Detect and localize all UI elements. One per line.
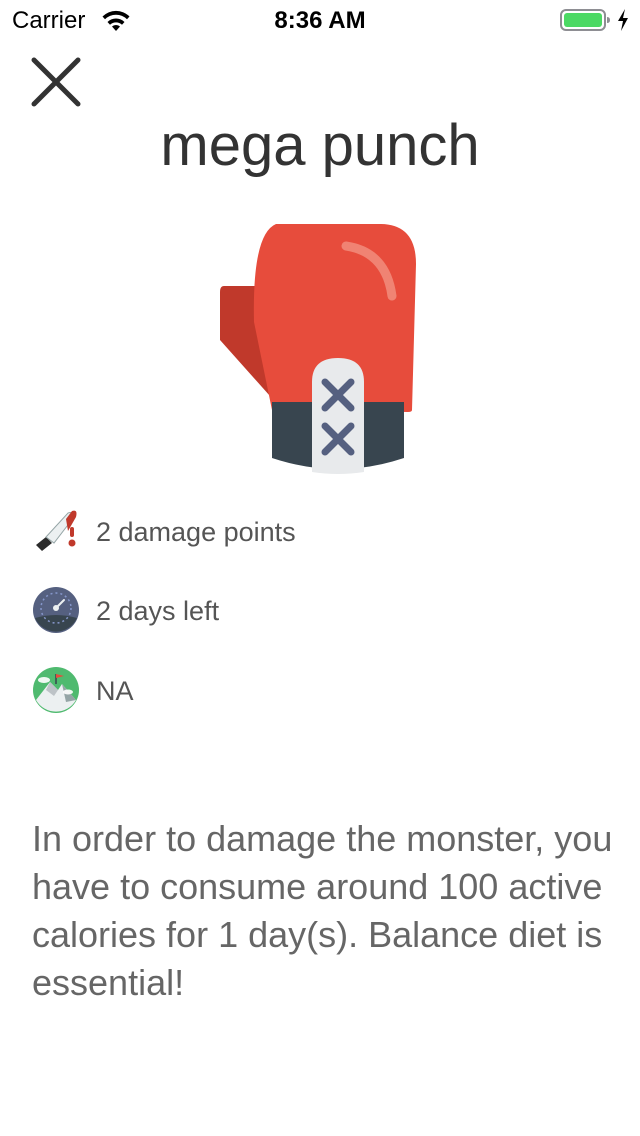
stat-damage: 2 damage points bbox=[32, 507, 592, 555]
mountain-flag-icon bbox=[33, 667, 79, 713]
charging-bolt-icon bbox=[618, 9, 628, 31]
close-icon bbox=[31, 57, 81, 107]
damage-knife-icon bbox=[36, 510, 77, 551]
stat-damage-label: 2 damage points bbox=[96, 517, 296, 547]
page-title: mega punch bbox=[160, 113, 480, 178]
stat-days: 2 days left bbox=[32, 586, 592, 634]
battery-icon bbox=[560, 9, 610, 31]
stat-goal: NA bbox=[32, 666, 592, 714]
status-time: 8:36 AM bbox=[274, 7, 366, 34]
close-button[interactable] bbox=[28, 54, 84, 110]
stat-days-label: 2 days left bbox=[96, 596, 220, 626]
stat-goal-label: NA bbox=[96, 676, 134, 706]
status-bar: Carrier 8:36 AM bbox=[0, 0, 640, 40]
gauge-timer-icon bbox=[33, 587, 79, 633]
boxing-glove-icon bbox=[220, 224, 416, 474]
description-text: In order to damage the monster, you have… bbox=[32, 818, 613, 1003]
